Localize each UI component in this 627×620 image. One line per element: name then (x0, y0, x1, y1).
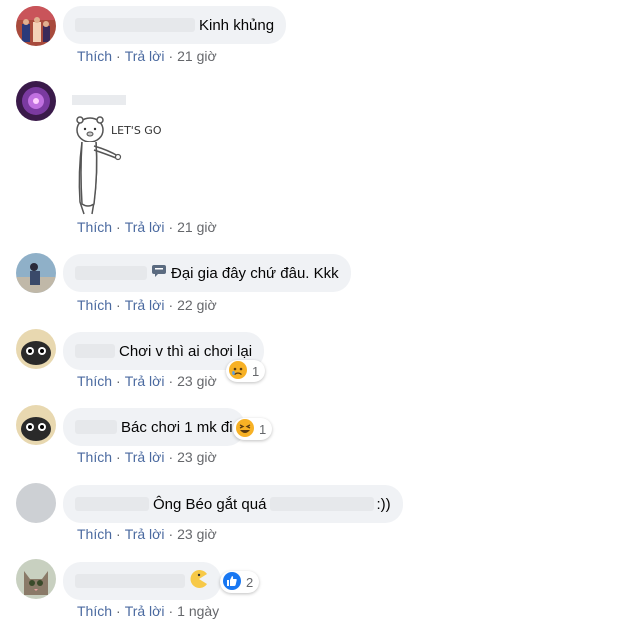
sticker-text: LET'S GO (111, 124, 162, 137)
timestamp[interactable]: 23 giờ (177, 526, 217, 542)
sad-reaction-icon (228, 360, 252, 383)
like-link[interactable]: Thích (77, 373, 112, 389)
avatar[interactable] (16, 559, 56, 599)
reply-link[interactable]: Trả lời (125, 449, 165, 465)
reaction-badge[interactable]: 1 (233, 418, 273, 441)
reply-link[interactable]: Trả lời (125, 219, 165, 235)
comment-actions: Thích · Trả lời · 21 giờ (77, 48, 217, 64)
author-name[interactable] (72, 95, 126, 105)
avatar[interactable] (16, 329, 56, 369)
avatar[interactable] (16, 81, 56, 121)
reply-link[interactable]: Trả lời (125, 526, 165, 542)
comment-actions: Thích · Trả lời · 23 giờ (77, 449, 217, 465)
comment-actions: Thích · Trả lời · 1 ngày (77, 603, 220, 619)
reaction-count: 1 (259, 421, 267, 437)
reaction-badge[interactable]: 2 (220, 571, 260, 594)
like-link[interactable]: Thích (77, 526, 112, 542)
timestamp[interactable]: 23 giờ (177, 449, 217, 465)
author-name[interactable] (75, 420, 117, 434)
comment-text-end: :)) (376, 495, 391, 513)
comment-text: Đại gia đây chứ đâu. Kkk (171, 264, 339, 282)
author-name[interactable] (75, 574, 185, 588)
pacman-emoji-icon (189, 569, 209, 593)
comment-text: Kinh khủng (199, 16, 275, 34)
comment-bubble: Bác chơi 1 mk đi (63, 408, 245, 446)
comment-bubble: Ông Béo gắt quá :)) (63, 485, 403, 523)
comment-actions: Thích · Trả lời · 23 giờ (77, 526, 217, 542)
comment-actions: Thích · Trả lời · 23 giờ (77, 373, 217, 389)
comment-bubble (63, 562, 221, 600)
timestamp[interactable]: 23 giờ (177, 373, 217, 389)
comment-bubble: Đại gia đây chứ đâu. Kkk (63, 254, 351, 292)
reaction-count: 1 (252, 363, 260, 379)
author-name[interactable] (75, 344, 115, 358)
reaction-count: 2 (246, 574, 254, 590)
reply-link[interactable]: Trả lời (125, 373, 165, 389)
comment-text: Chơi v thì ai chơi lại (119, 342, 253, 360)
like-link[interactable]: Thích (77, 297, 112, 313)
comment-bubble: Kinh khủng (63, 6, 287, 44)
author-name[interactable] (75, 266, 147, 280)
like-link[interactable]: Thích (77, 219, 112, 235)
reply-link[interactable]: Trả lời (125, 603, 165, 619)
haha-reaction-icon (235, 418, 259, 441)
like-link[interactable]: Thích (77, 449, 112, 465)
comment-text: Bác chơi 1 mk đi (121, 418, 233, 436)
chat-bubble-icon (151, 264, 167, 282)
like-reaction-icon (222, 571, 246, 594)
timestamp[interactable]: 22 giờ (177, 297, 217, 313)
avatar[interactable] (16, 405, 56, 445)
timestamp[interactable]: 21 giờ (177, 48, 217, 64)
sticker: LET'S GO (68, 112, 168, 220)
redacted-text (270, 497, 375, 511)
avatar[interactable] (16, 6, 56, 46)
comment-actions: Thích · Trả lời · 22 giờ (77, 297, 217, 313)
comment-actions: Thích · Trả lời · 21 giờ (77, 219, 217, 235)
avatar[interactable] (16, 483, 56, 523)
author-name[interactable] (75, 18, 195, 32)
comment-text: Ông Béo gắt quá (153, 495, 267, 513)
author-name[interactable] (75, 497, 149, 511)
reply-link[interactable]: Trả lời (125, 297, 165, 313)
avatar[interactable] (16, 253, 56, 293)
reaction-badge[interactable]: 1 (226, 360, 266, 383)
timestamp[interactable]: 21 giờ (177, 219, 217, 235)
reply-link[interactable]: Trả lời (125, 48, 165, 64)
like-link[interactable]: Thích (77, 48, 112, 64)
timestamp[interactable]: 1 ngày (177, 603, 219, 619)
like-link[interactable]: Thích (77, 603, 112, 619)
